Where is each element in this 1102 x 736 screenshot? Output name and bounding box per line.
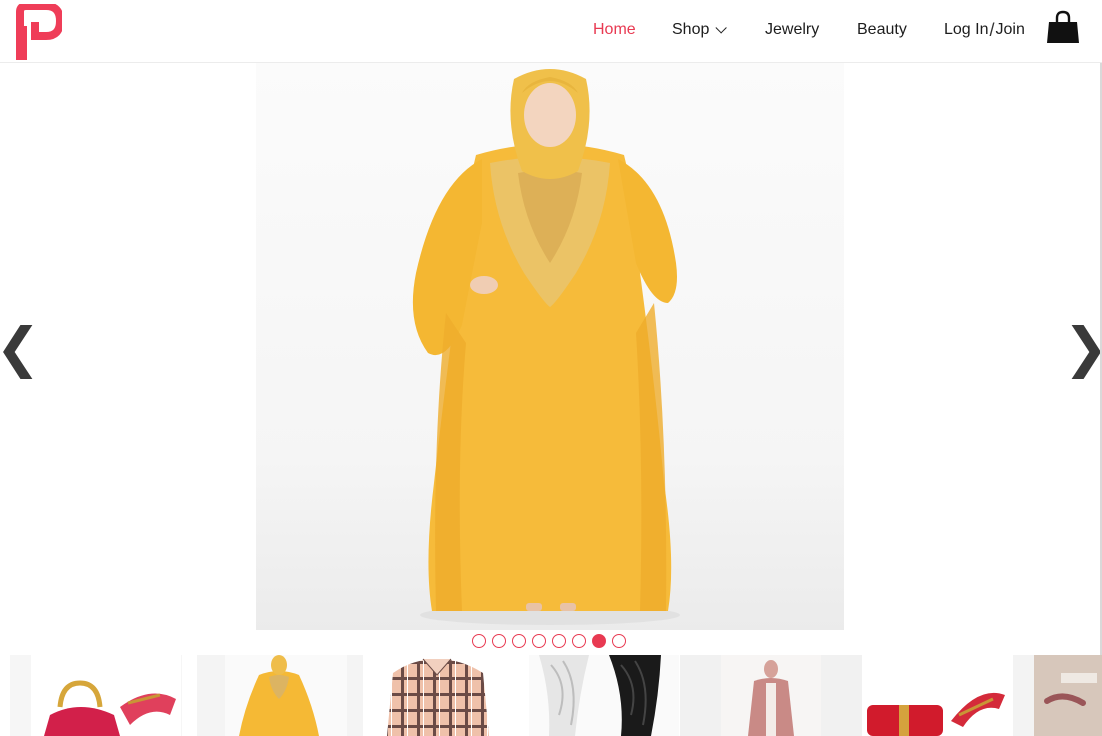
- login-link[interactable]: Log In: [944, 21, 988, 39]
- nav-home[interactable]: Home: [593, 0, 636, 60]
- nav-shop[interactable]: Shop: [672, 0, 728, 60]
- slider-prev-arrow[interactable]: ❮: [0, 318, 41, 378]
- slider-dot-5[interactable]: [552, 634, 566, 648]
- nav-beauty[interactable]: Beauty: [857, 0, 907, 60]
- nav-jewelry[interactable]: Jewelry: [765, 0, 819, 60]
- brand-logo[interactable]: [16, 4, 62, 60]
- thumbnail-image: [867, 692, 1005, 736]
- slider-dot-7[interactable]: [592, 634, 606, 648]
- thumbnail-plaid-shirt[interactable]: [363, 655, 513, 736]
- slider-dot-3[interactable]: [512, 634, 526, 648]
- slider-dot-6[interactable]: [572, 634, 586, 648]
- thumbnail-image: [31, 655, 181, 736]
- thumbnail-strip: [10, 655, 1102, 736]
- thumbnail-image: [387, 658, 489, 736]
- thumbnail-image: [721, 655, 821, 736]
- hero-slider: ❮ ❯: [0, 63, 1102, 630]
- thumbnail-pink-coat[interactable]: [680, 655, 862, 736]
- slider-dot-1[interactable]: [472, 634, 486, 648]
- thumbnail-image: [539, 655, 661, 736]
- thumbnail-yellow-kaftan[interactable]: [197, 655, 363, 736]
- slider-dot-2[interactable]: [492, 634, 506, 648]
- join-link[interactable]: Join: [996, 21, 1025, 39]
- slider-next-arrow[interactable]: ❯: [1063, 318, 1102, 378]
- nav-shop-label: Shop: [672, 21, 710, 38]
- account-links: Log In / Join: [944, 0, 1025, 60]
- chevron-down-icon: [715, 22, 728, 34]
- thumbnail-leggings[interactable]: [529, 655, 679, 736]
- thumbnail-lipstick[interactable]: [1013, 655, 1102, 736]
- hero-product-image[interactable]: [256, 63, 844, 630]
- site-header: Home Shop Jewelry Beauty Log In / Join: [0, 0, 1102, 63]
- kaftan-dress-illustration: [412, 69, 680, 625]
- thumbnail-red-handbag[interactable]: [10, 655, 182, 736]
- slider-dot-4[interactable]: [532, 634, 546, 648]
- thumbnail-red-clutch[interactable]: [863, 655, 1013, 736]
- login-separator: /: [989, 19, 995, 40]
- slider-dot-8[interactable]: [612, 634, 626, 648]
- slider-pagination: [472, 634, 626, 648]
- thumbnail-image: [1034, 655, 1102, 736]
- thumbnail-image: [225, 655, 347, 736]
- shopping-bag-icon[interactable]: [1046, 10, 1080, 44]
